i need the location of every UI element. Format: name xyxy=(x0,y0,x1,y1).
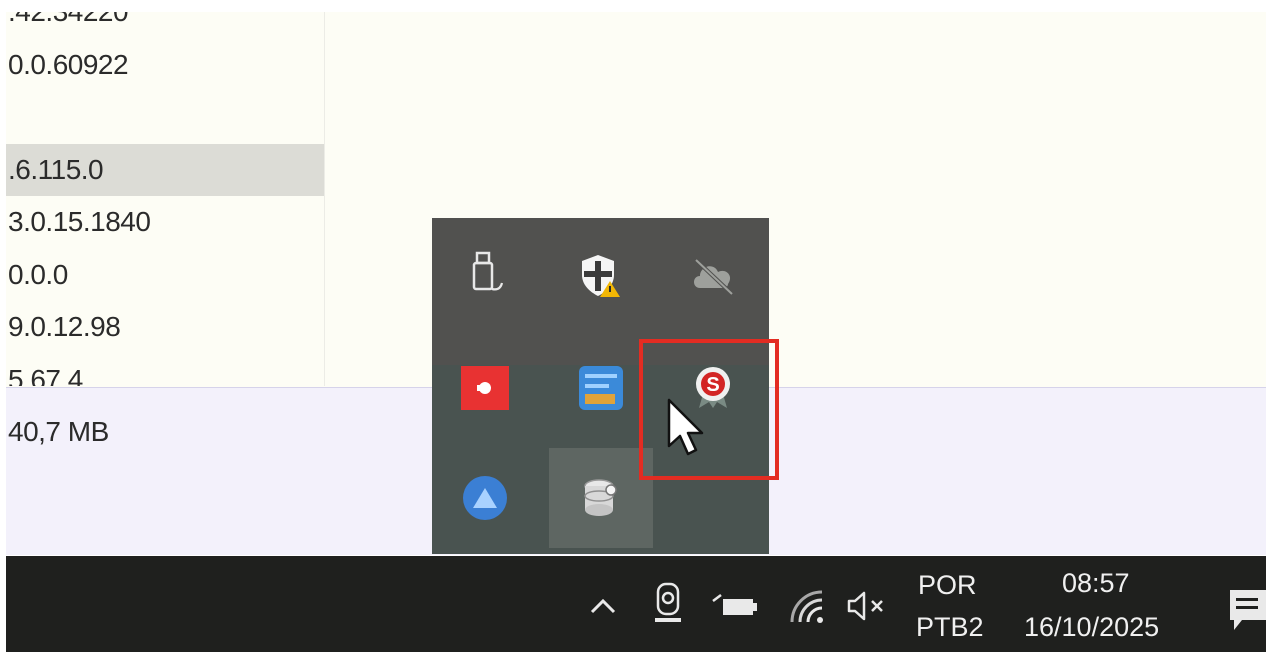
disk-utility-icon[interactable] xyxy=(549,448,653,548)
version-row[interactable]: 5.67.4 xyxy=(6,354,324,387)
summary-size: 40,7 MB xyxy=(8,416,109,447)
language-indicator[interactable]: POR xyxy=(918,570,977,601)
version-row[interactable]: 3.0.15.1840 xyxy=(6,196,324,249)
version-row[interactable]: 0.0.60922 xyxy=(6,39,324,92)
mouse-cursor-icon xyxy=(667,398,704,456)
cloud-offline-icon[interactable] xyxy=(661,226,765,326)
chevron-up-icon[interactable] xyxy=(586,586,620,626)
keyboard-layout-indicator[interactable]: PTB2 xyxy=(916,612,984,643)
blue-app-icon[interactable] xyxy=(549,338,653,438)
version-row-selected[interactable]: .6.115.0 xyxy=(6,143,324,196)
version-row[interactable]: .42.34220 xyxy=(6,12,324,39)
battery-icon[interactable] xyxy=(710,586,760,626)
versions-column: .42.34220 0.0.60922 .6.115.0 3.0.15.1840… xyxy=(6,12,325,386)
security-shield-warning-icon[interactable] xyxy=(549,226,653,326)
volume-muted-icon[interactable] xyxy=(844,586,890,626)
red-app-icon[interactable] xyxy=(433,338,537,438)
notification-icon[interactable] xyxy=(1226,586,1266,636)
highlight-box xyxy=(639,339,779,480)
wifi-icon[interactable] xyxy=(784,584,828,628)
clock-time[interactable]: 08:57 xyxy=(1062,568,1130,599)
webcam-icon[interactable] xyxy=(650,580,686,628)
taskbar: POR PTB2 08:57 16/10/2025 xyxy=(6,556,1266,652)
version-row[interactable]: 0.0.0 xyxy=(6,249,324,302)
usb-drive-icon[interactable] xyxy=(433,226,537,326)
version-row[interactable] xyxy=(6,91,324,144)
clock-date[interactable]: 16/10/2025 xyxy=(1024,612,1159,643)
blue-circle-app-icon[interactable] xyxy=(433,448,537,548)
version-row[interactable]: 9.0.12.98 xyxy=(6,301,324,354)
